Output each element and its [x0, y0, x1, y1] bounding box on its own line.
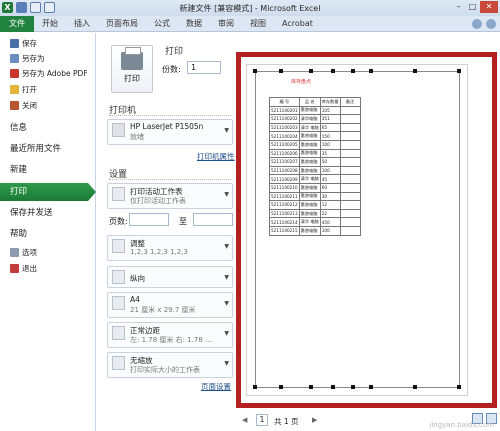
nav-save[interactable]: 保存 [0, 37, 96, 50]
print-settings-panel: 打印 打印 份数: 1 打印机 HP LaserJet P1505n 就绪 ▼ … [97, 33, 235, 431]
nav-save-pdf[interactable]: 另存为 Adobe PDF [0, 67, 96, 80]
window-controls: – □ ✕ [452, 1, 498, 13]
next-page-icon[interactable]: ▶ [312, 416, 317, 424]
paper-size-select[interactable]: A4 21 厘米 x 29.7 厘米 ▼ [107, 292, 233, 318]
printer-icon [121, 47, 143, 70]
page-total: 共 1 页 [274, 417, 299, 426]
tab-formulas[interactable]: 公式 [146, 16, 178, 32]
scaling-sub: 打印实际大小的工作表 [130, 366, 200, 374]
nav-close-label: 关闭 [22, 101, 37, 110]
tab-insert[interactable]: 插入 [66, 16, 98, 32]
pages-from-input[interactable] [129, 213, 169, 226]
tab-page-layout[interactable]: 页面布局 [98, 16, 146, 32]
chevron-down-icon: ▼ [224, 360, 229, 367]
copies-label: 份数: [162, 65, 181, 74]
collate-sub: 1,2,3 1,2,3 1,2,3 [130, 248, 188, 256]
pdf-icon [10, 69, 19, 78]
window-title: 新建文件 [兼容模式] - Microsoft Excel [179, 4, 321, 13]
orientation-title: 纵向 [130, 274, 145, 283]
scaling-icon [112, 356, 125, 370]
divider [109, 179, 231, 180]
copies-input[interactable]: 1 [187, 61, 221, 74]
nav-options-label: 选项 [22, 248, 37, 257]
printer-select[interactable]: HP LaserJet P1505n 就绪 ▼ [107, 119, 233, 145]
paper-size-sub: 21 厘米 x 29.7 厘米 [130, 306, 196, 314]
pages-to-label: 至 [179, 217, 187, 226]
printer-status: 就绪 [130, 133, 144, 141]
paper-size-icon [112, 296, 125, 310]
ribbon-right-controls [468, 16, 500, 31]
ribbon-minimize-icon[interactable] [486, 19, 496, 29]
nav-info[interactable]: 信息 [0, 119, 96, 137]
margins-icon [112, 326, 125, 340]
backstage-nav: 保存 另存为 另存为 Adobe PDF 打开 关闭 信息 最近所用文件 新建 … [0, 33, 96, 431]
printer-properties-link[interactable]: 打印机属性 [197, 151, 235, 162]
tab-acrobat[interactable]: Acrobat [274, 16, 321, 32]
print-button[interactable]: 打印 [111, 45, 153, 93]
title-bar: X 新建文件 [兼容模式] - Microsoft Excel – □ ✕ [0, 0, 500, 16]
worksheet-icon [112, 187, 125, 201]
nav-save-as[interactable]: 另存为 [0, 52, 96, 65]
pages-label: 页数: [109, 217, 128, 226]
help-icon[interactable] [472, 19, 482, 29]
page-number-input[interactable]: 1 [256, 414, 268, 426]
portrait-icon [112, 270, 125, 284]
divider [109, 115, 231, 116]
ribbon-tabs: 文件 开始 插入 页面布局 公式 数据 审阅 视图 Acrobat [0, 16, 500, 32]
print-button-label: 打印 [124, 74, 140, 83]
maximize-icon[interactable]: □ [466, 1, 479, 13]
nav-new[interactable]: 新建 [0, 161, 96, 179]
tab-review[interactable]: 审阅 [210, 16, 242, 32]
tab-file[interactable]: 文件 [0, 16, 34, 32]
nav-open-label: 打开 [22, 85, 37, 94]
scaling-select[interactable]: 无缩放 打印实际大小的工作表 ▼ [107, 352, 233, 378]
nav-options[interactable]: 选项 [0, 246, 96, 259]
collate-icon [112, 239, 125, 253]
tab-home[interactable]: 开始 [34, 16, 66, 32]
nav-exit-label: 退出 [22, 264, 37, 273]
prev-page-icon[interactable]: ◀ [242, 416, 247, 424]
highlight-frame [236, 52, 497, 408]
chevron-down-icon: ▼ [224, 300, 229, 307]
save-as-icon [10, 54, 19, 63]
close-file-icon [10, 101, 19, 110]
nav-save-label: 保存 [22, 39, 37, 48]
margins-sub: 左: 1.78 厘米 右: 1.78 ... [130, 336, 212, 344]
tab-data[interactable]: 数据 [178, 16, 210, 32]
margins-select[interactable]: 正常边距 左: 1.78 厘米 右: 1.78 ... ▼ [107, 322, 233, 348]
close-window-icon[interactable]: ✕ [480, 1, 498, 13]
paper-size-title: A4 [130, 295, 140, 304]
nav-close[interactable]: 关闭 [0, 99, 96, 112]
minimize-icon[interactable]: – [452, 1, 465, 13]
nav-save-send[interactable]: 保存并发送 [0, 204, 96, 222]
nav-help[interactable]: 帮助 [0, 225, 96, 243]
nav-save-pdf-label: 另存为 Adobe PDF [22, 69, 88, 78]
tab-view[interactable]: 视图 [242, 16, 274, 32]
orientation-select[interactable]: 纵向 ▼ [107, 266, 233, 288]
chevron-down-icon: ▼ [224, 274, 229, 281]
print-heading: 打印 [165, 47, 184, 57]
chevron-down-icon: ▼ [224, 243, 229, 250]
page-setup-link[interactable]: 页面设置 [201, 381, 231, 392]
chevron-down-icon: ▼ [224, 191, 229, 198]
chevron-down-icon: ▼ [224, 330, 229, 337]
nav-open[interactable]: 打开 [0, 83, 96, 96]
exit-icon [10, 264, 19, 273]
save-icon [10, 39, 19, 48]
printer-name: HP LaserJet P1505n [130, 122, 204, 131]
nav-recent[interactable]: 最近所用文件 [0, 140, 96, 158]
options-icon [10, 248, 19, 257]
nav-save-as-label: 另存为 [22, 54, 45, 63]
nav-exit[interactable]: 退出 [0, 262, 96, 275]
collate-select[interactable]: 调整 1,2,3 1,2,3 1,2,3 ▼ [107, 235, 233, 261]
pages-to-input[interactable] [193, 213, 233, 226]
nav-print[interactable]: 打印 [0, 183, 96, 201]
open-folder-icon [10, 85, 19, 94]
printer-device-icon [112, 123, 125, 137]
print-what-select[interactable]: 打印活动工作表 仅打印活动工作表 ▼ [107, 183, 233, 209]
chevron-down-icon: ▼ [224, 127, 229, 134]
print-what-sub: 仅打印活动工作表 [130, 197, 186, 205]
watermark: jingyan.baidu.com [429, 421, 494, 429]
